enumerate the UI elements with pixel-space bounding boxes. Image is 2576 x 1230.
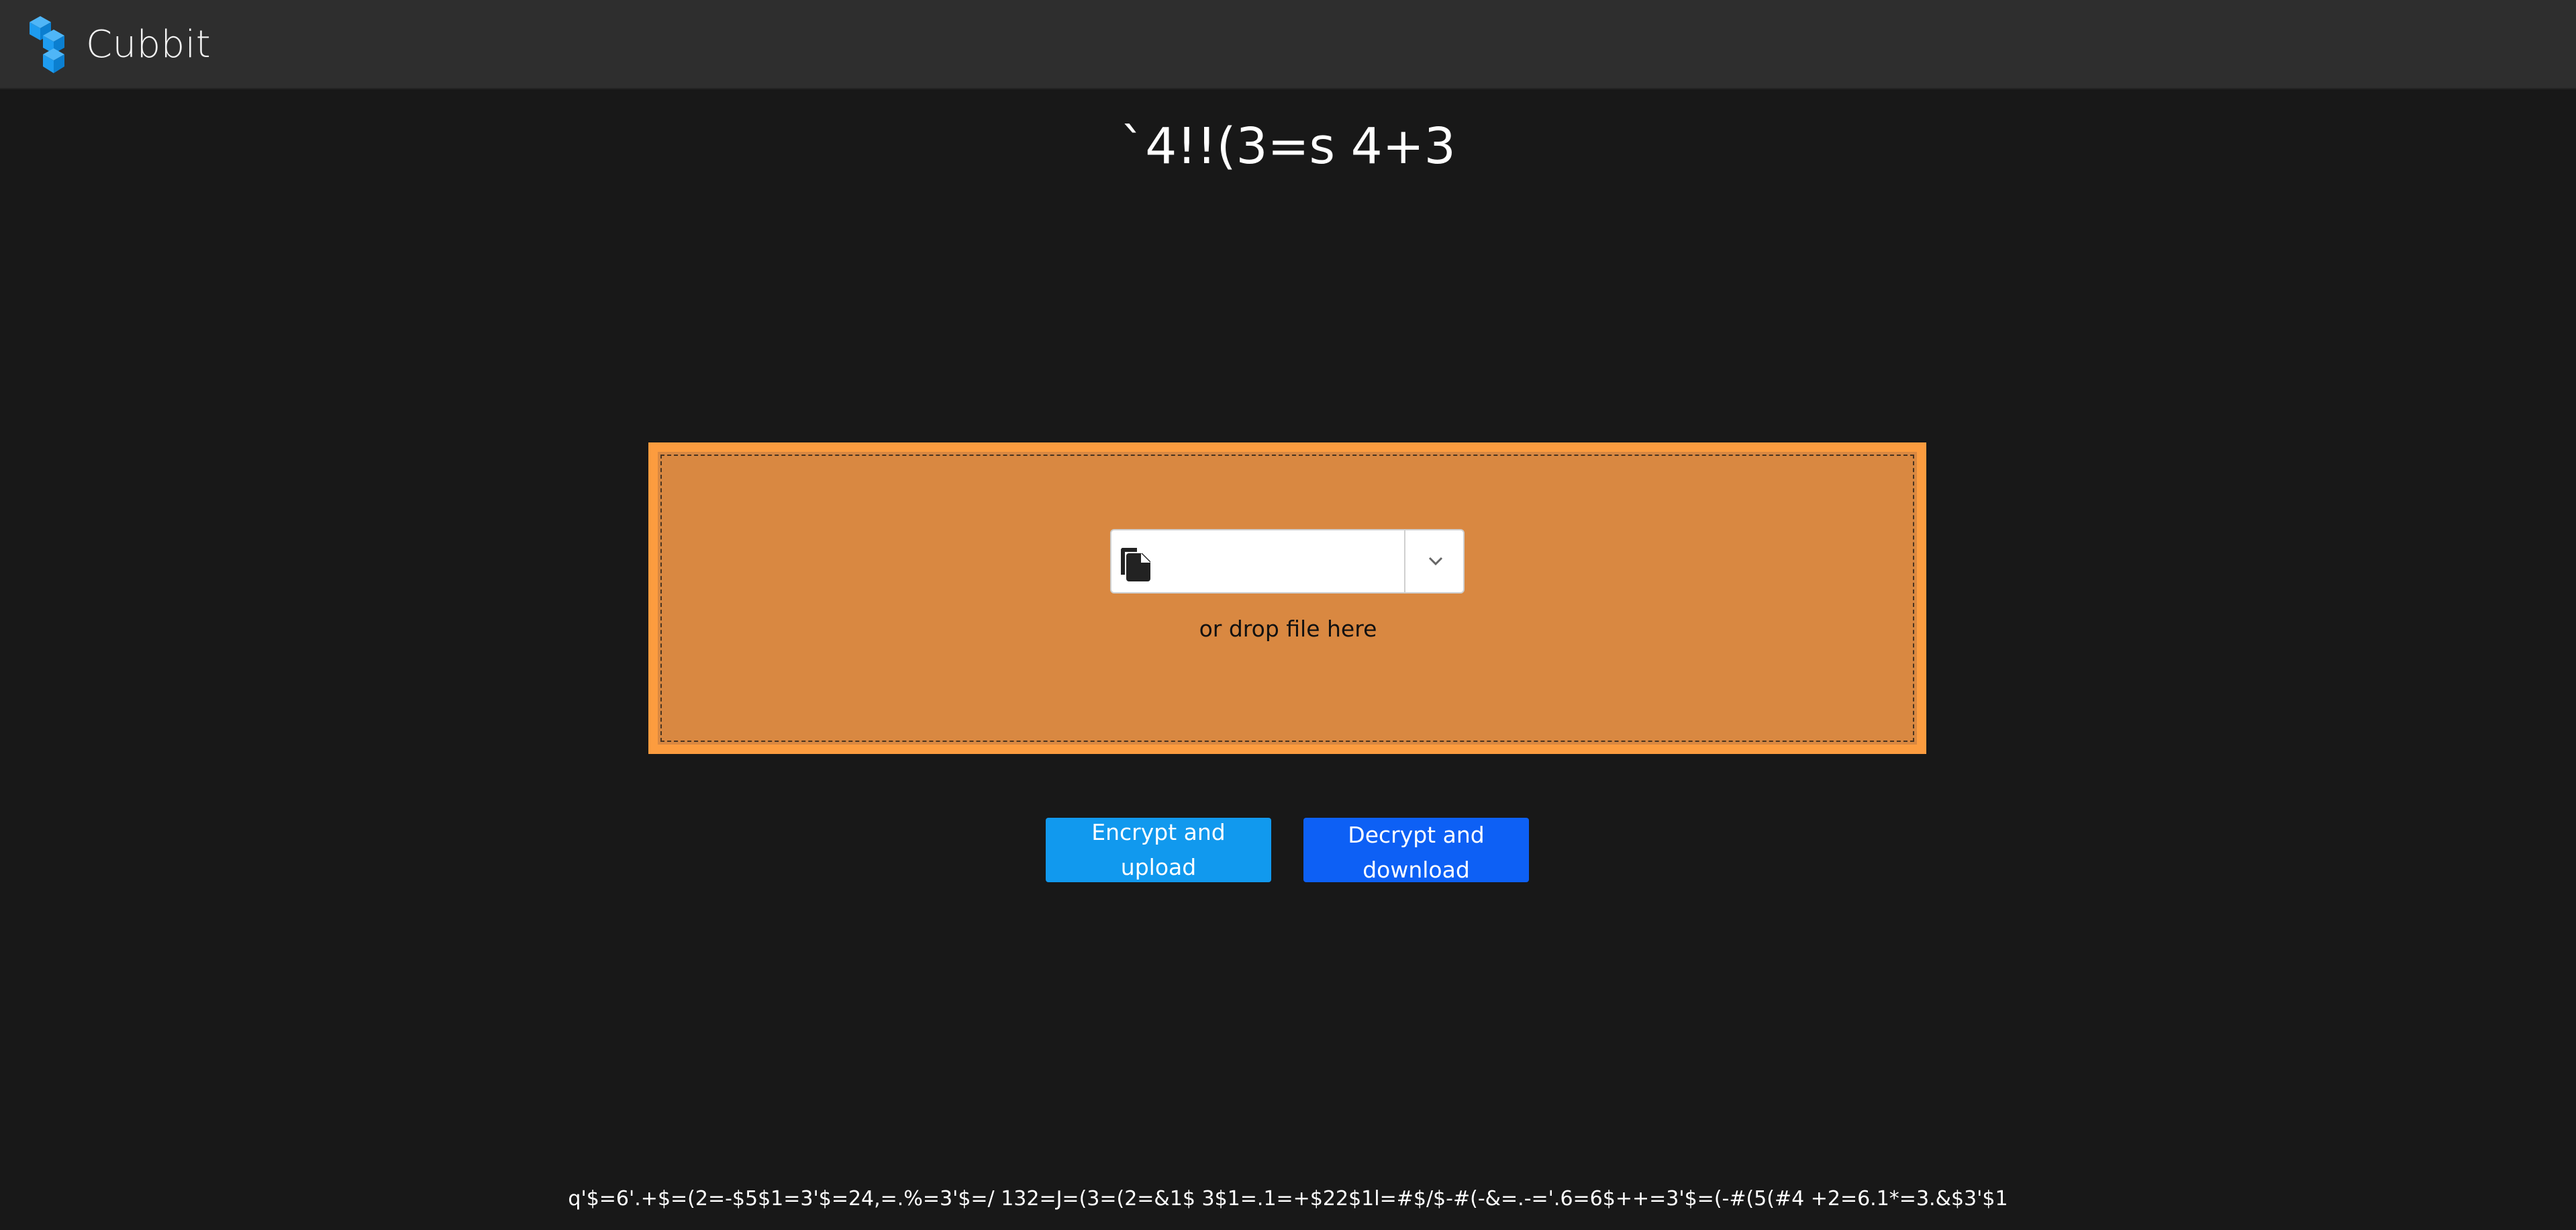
cubbit-logo-icon — [30, 16, 64, 73]
chevron-down-icon[interactable] — [1426, 551, 1446, 571]
footer-text: q'$=6'.+$=(2=-$5$1=3'$=24,=.%=3'$=/ 132=… — [568, 1187, 2008, 1211]
file-copy-icon — [1120, 548, 1150, 581]
decrypt-download-button[interactable]: Decrypt and download — [1303, 818, 1529, 882]
top-navbar: Cubbit — [0, 0, 2576, 89]
file-select-dropdown[interactable] — [1110, 529, 1465, 594]
select-divider — [1404, 530, 1405, 592]
page-title: `4!!(3=s 4+3 — [1120, 117, 1456, 175]
encrypt-upload-button[interactable]: Encrypt and upload — [1046, 818, 1271, 882]
drop-file-hint: or drop file here — [1199, 616, 1377, 642]
dropzone-dashed-border — [660, 455, 1914, 742]
brand-logo[interactable]: Cubbit — [28, 13, 211, 76]
brand-name: Cubbit — [86, 23, 211, 66]
file-dropzone[interactable] — [648, 442, 1926, 754]
